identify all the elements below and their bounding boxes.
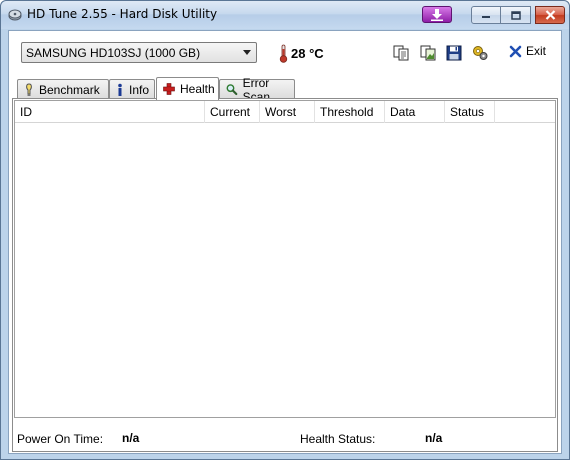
app-icon (8, 9, 22, 21)
column-header-current[interactable]: Current (205, 101, 260, 123)
toolbar-separator (385, 41, 386, 65)
exit-x-icon (509, 45, 522, 57)
exit-button[interactable]: Exit (509, 44, 546, 58)
minimize-icon (482, 16, 490, 18)
health-status-value: n/a (425, 431, 443, 445)
info-icon (118, 83, 122, 96)
thermometer-icon (279, 44, 288, 63)
temperature-readout: 28 °C (279, 44, 324, 63)
column-header-worst[interactable]: Worst (260, 101, 315, 123)
tab-health[interactable]: Health (156, 77, 219, 100)
copy-text-icon[interactable] (392, 44, 410, 62)
status-footer: Power On Time: n/a Health Status: n/a (14, 421, 556, 451)
exit-label: Exit (526, 44, 547, 58)
magnifier-icon (226, 84, 238, 96)
maximize-button[interactable] (501, 6, 531, 24)
download-button[interactable] (422, 6, 452, 23)
health-status-label: Health Status: (300, 432, 376, 446)
benchmark-icon (26, 82, 32, 96)
tab-info-label: Info (129, 82, 150, 97)
column-header-id[interactable]: ID (15, 101, 205, 123)
smart-table[interactable]: ID Current Worst Threshold Data Status (14, 100, 556, 418)
download-arrow-icon (431, 8, 443, 21)
client-area: SAMSUNG HD103SJ (1000 GB) 28 °C Exit Ben… (8, 30, 562, 454)
tab-benchmark-label: Benchmark (39, 82, 100, 97)
health-cross-icon (163, 83, 175, 95)
drive-select-value: SAMSUNG HD103SJ (1000 GB) (26, 45, 201, 60)
tab-error-scan[interactable]: Error Scan (219, 76, 295, 104)
chevron-down-icon (243, 50, 251, 55)
table-header: ID Current Worst Threshold Data Status (15, 101, 555, 123)
tab-info[interactable]: Info (109, 79, 155, 99)
options-icon[interactable] (471, 44, 489, 62)
close-button[interactable] (535, 6, 565, 24)
close-icon (545, 10, 555, 20)
health-panel: ID Current Worst Threshold Data Status P… (12, 98, 558, 452)
save-icon[interactable] (445, 44, 463, 62)
toolbar-separator (498, 41, 499, 65)
copy-screenshot-icon[interactable] (419, 44, 437, 62)
window-title: HD Tune 2.55 - Hard Disk Utility (27, 7, 218, 21)
title-bar[interactable]: HD Tune 2.55 - Hard Disk Utility (1, 1, 569, 29)
power-on-time-value: n/a (122, 431, 140, 445)
power-on-time-label: Power On Time: (17, 432, 104, 446)
tab-benchmark[interactable]: Benchmark (17, 79, 109, 99)
minimize-button[interactable] (471, 6, 501, 24)
app-window: HD Tune 2.55 - Hard Disk Utility SAMSUNG… (0, 0, 570, 460)
temperature-value: 28 °C (291, 46, 324, 61)
column-header-data[interactable]: Data (385, 101, 445, 123)
drive-select[interactable]: SAMSUNG HD103SJ (1000 GB) (21, 42, 257, 63)
maximize-icon (510, 10, 521, 20)
column-header-status[interactable]: Status (445, 101, 495, 123)
column-header-threshold[interactable]: Threshold (315, 101, 385, 123)
tab-health-label: Health (180, 82, 215, 96)
